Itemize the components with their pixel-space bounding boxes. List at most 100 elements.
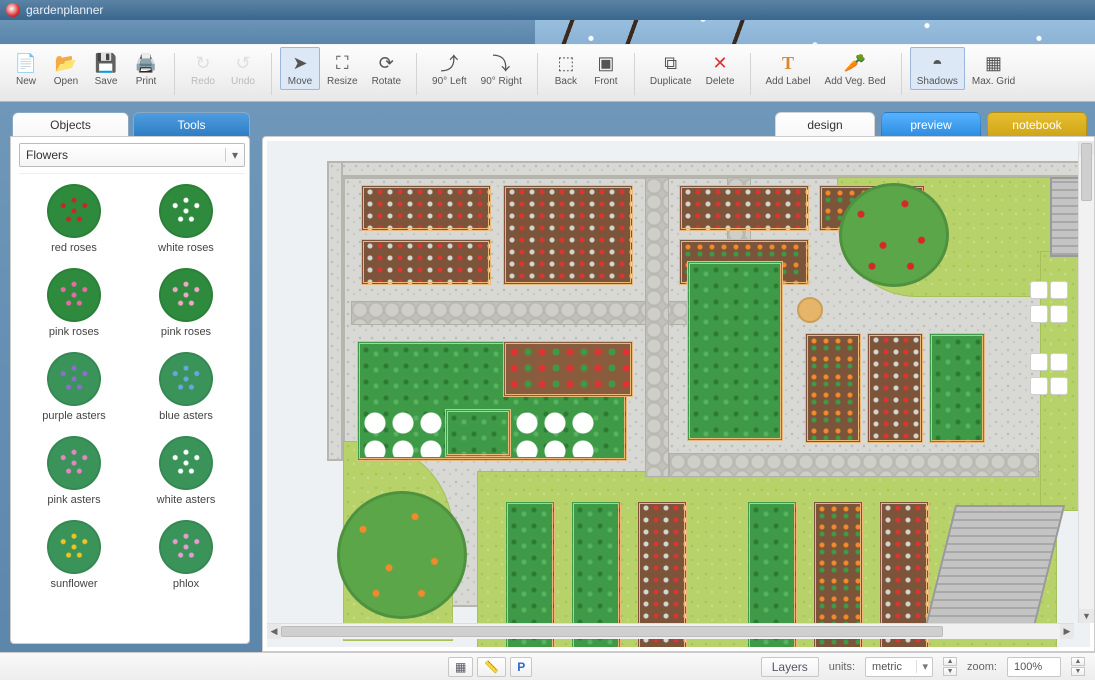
properties-button[interactable]: P	[510, 657, 532, 677]
object-thumbnail	[42, 520, 106, 574]
tab-notebook[interactable]: notebook	[987, 112, 1087, 136]
rotate-right-icon: ⤵	[490, 52, 512, 74]
rotate-left-button[interactable]: ⤴90° Left	[425, 47, 474, 90]
canvas-horizontal-scrollbar[interactable]: ◀ ▶	[267, 623, 1074, 639]
object-thumbnail	[42, 268, 106, 322]
move-button[interactable]: ➤Move	[280, 47, 320, 90]
undo-button[interactable]: ↺Undo	[223, 47, 263, 90]
object-label: purple asters	[42, 410, 106, 422]
veg-bed-icon: 🥕	[844, 52, 866, 74]
add-veg-bed-button[interactable]: 🥕Add Veg. Bed	[818, 47, 893, 90]
send-back-button[interactable]: ⬚Back	[546, 47, 586, 90]
zoom-input[interactable]: 100%	[1007, 657, 1061, 677]
toolbar-separator	[271, 53, 272, 95]
resize-button[interactable]: ⛶Resize	[320, 47, 365, 90]
new-file-icon: 📄	[15, 52, 37, 74]
bring-front-icon: ▣	[595, 52, 617, 74]
layers-button[interactable]: Layers	[761, 657, 819, 677]
max-grid-button[interactable]: ▦Max. Grid	[965, 47, 1022, 90]
object-label: white roses	[158, 242, 214, 254]
open-button[interactable]: 📂Open	[46, 47, 86, 90]
object-item[interactable]: red roses	[19, 180, 129, 258]
objects-scroll[interactable]: red roses white roses pink roses pink roses…	[19, 173, 245, 637]
object-label: phlox	[173, 578, 199, 590]
object-label: pink asters	[47, 494, 100, 506]
redo-icon: ↻	[192, 52, 214, 74]
resize-icon: ⛶	[331, 52, 353, 74]
scroll-down-icon[interactable]: ▼	[1079, 609, 1094, 623]
rotate-button[interactable]: ⟳Rotate	[365, 47, 408, 90]
category-dropdown[interactable]: Flowers ▾	[19, 143, 245, 167]
object-item[interactable]: pink roses	[19, 264, 129, 342]
undo-icon: ↺	[232, 52, 254, 74]
new-button[interactable]: 📄New	[6, 47, 46, 90]
cursor-icon: ➤	[289, 52, 311, 74]
tab-design[interactable]: design	[775, 112, 875, 136]
units-spinner[interactable]: ▲▼	[943, 657, 957, 676]
grid-toggle-button[interactable]: ▦	[448, 657, 473, 677]
zoom-value: 100%	[1014, 661, 1042, 673]
properties-icon: P	[517, 660, 525, 674]
delete-button[interactable]: ✕Delete	[699, 47, 742, 90]
send-back-icon: ⬚	[555, 52, 577, 74]
object-thumbnail	[154, 268, 218, 322]
duplicate-button[interactable]: ⧉Duplicate	[643, 47, 699, 90]
object-item[interactable]: sunflower	[19, 516, 129, 594]
open-folder-icon: 📂	[55, 52, 77, 74]
object-label: white asters	[157, 494, 216, 506]
object-item[interactable]: pink asters	[19, 432, 129, 510]
object-thumbnail	[42, 184, 106, 238]
object-item[interactable]: white asters	[131, 432, 241, 510]
redo-button[interactable]: ↻Redo	[183, 47, 223, 90]
zoom-label: zoom:	[967, 661, 997, 673]
object-thumbnail	[154, 436, 218, 490]
title-bar: gardenplanner	[0, 0, 1095, 20]
chevron-down-icon: ▾	[916, 660, 929, 673]
right-panel: design preview notebook	[262, 112, 1095, 652]
garden-plan	[327, 161, 1090, 617]
object-item[interactable]: purple asters	[19, 348, 129, 426]
category-value: Flowers	[26, 148, 68, 162]
rotate-right-button[interactable]: ⤵90° Right	[474, 47, 529, 90]
shadows-button[interactable]: ◓Shadows	[910, 47, 965, 90]
toolbar-separator	[901, 53, 902, 95]
design-canvas-frame: ▲ ▼ ◀ ▶	[262, 136, 1095, 652]
save-icon: 💾	[95, 52, 117, 74]
units-dropdown[interactable]: metric ▾	[865, 657, 933, 677]
toolbar-separator	[174, 53, 175, 95]
rotate-icon: ⟳	[375, 52, 397, 74]
tab-tools[interactable]: Tools	[133, 112, 250, 136]
object-item[interactable]: blue asters	[131, 348, 241, 426]
toolbar-separator	[750, 53, 751, 95]
app-logo-icon	[6, 3, 20, 17]
scroll-thumb[interactable]	[1081, 143, 1092, 201]
object-item[interactable]: phlox	[131, 516, 241, 594]
object-item[interactable]: pink roses	[131, 264, 241, 342]
units-label: units:	[829, 661, 855, 673]
design-canvas[interactable]	[267, 141, 1090, 647]
ruler-toggle-button[interactable]: 📏	[477, 657, 506, 677]
object-label: pink roses	[161, 326, 211, 338]
tab-preview[interactable]: preview	[881, 112, 981, 136]
tab-objects[interactable]: Objects	[12, 112, 129, 136]
object-label: sunflower	[50, 578, 97, 590]
toolbar-separator	[416, 53, 417, 95]
toolbar-separator	[537, 53, 538, 95]
add-label-button[interactable]: TAdd Label	[759, 47, 818, 90]
bring-front-button[interactable]: ▣Front	[586, 47, 626, 90]
object-thumbnail	[42, 436, 106, 490]
canvas-vertical-scrollbar[interactable]: ▲ ▼	[1078, 141, 1094, 623]
status-bar: ▦ 📏 P Layers units: metric ▾ ▲▼ zoom: 10…	[0, 652, 1095, 680]
print-button[interactable]: 🖨️Print	[126, 47, 166, 90]
scroll-thumb[interactable]	[281, 626, 943, 637]
scroll-right-icon[interactable]: ▶	[1060, 624, 1074, 639]
rotate-left-icon: ⤴	[438, 52, 460, 74]
scroll-left-icon[interactable]: ◀	[267, 624, 281, 639]
zoom-spinner[interactable]: ▲▼	[1071, 657, 1085, 676]
save-button[interactable]: 💾Save	[86, 47, 126, 90]
app-title: gardenplanner	[26, 3, 103, 17]
object-item[interactable]: white roses	[131, 180, 241, 258]
header-banner	[0, 20, 1095, 44]
grid-small-icon: ▦	[455, 660, 466, 674]
object-thumbnail	[154, 184, 218, 238]
